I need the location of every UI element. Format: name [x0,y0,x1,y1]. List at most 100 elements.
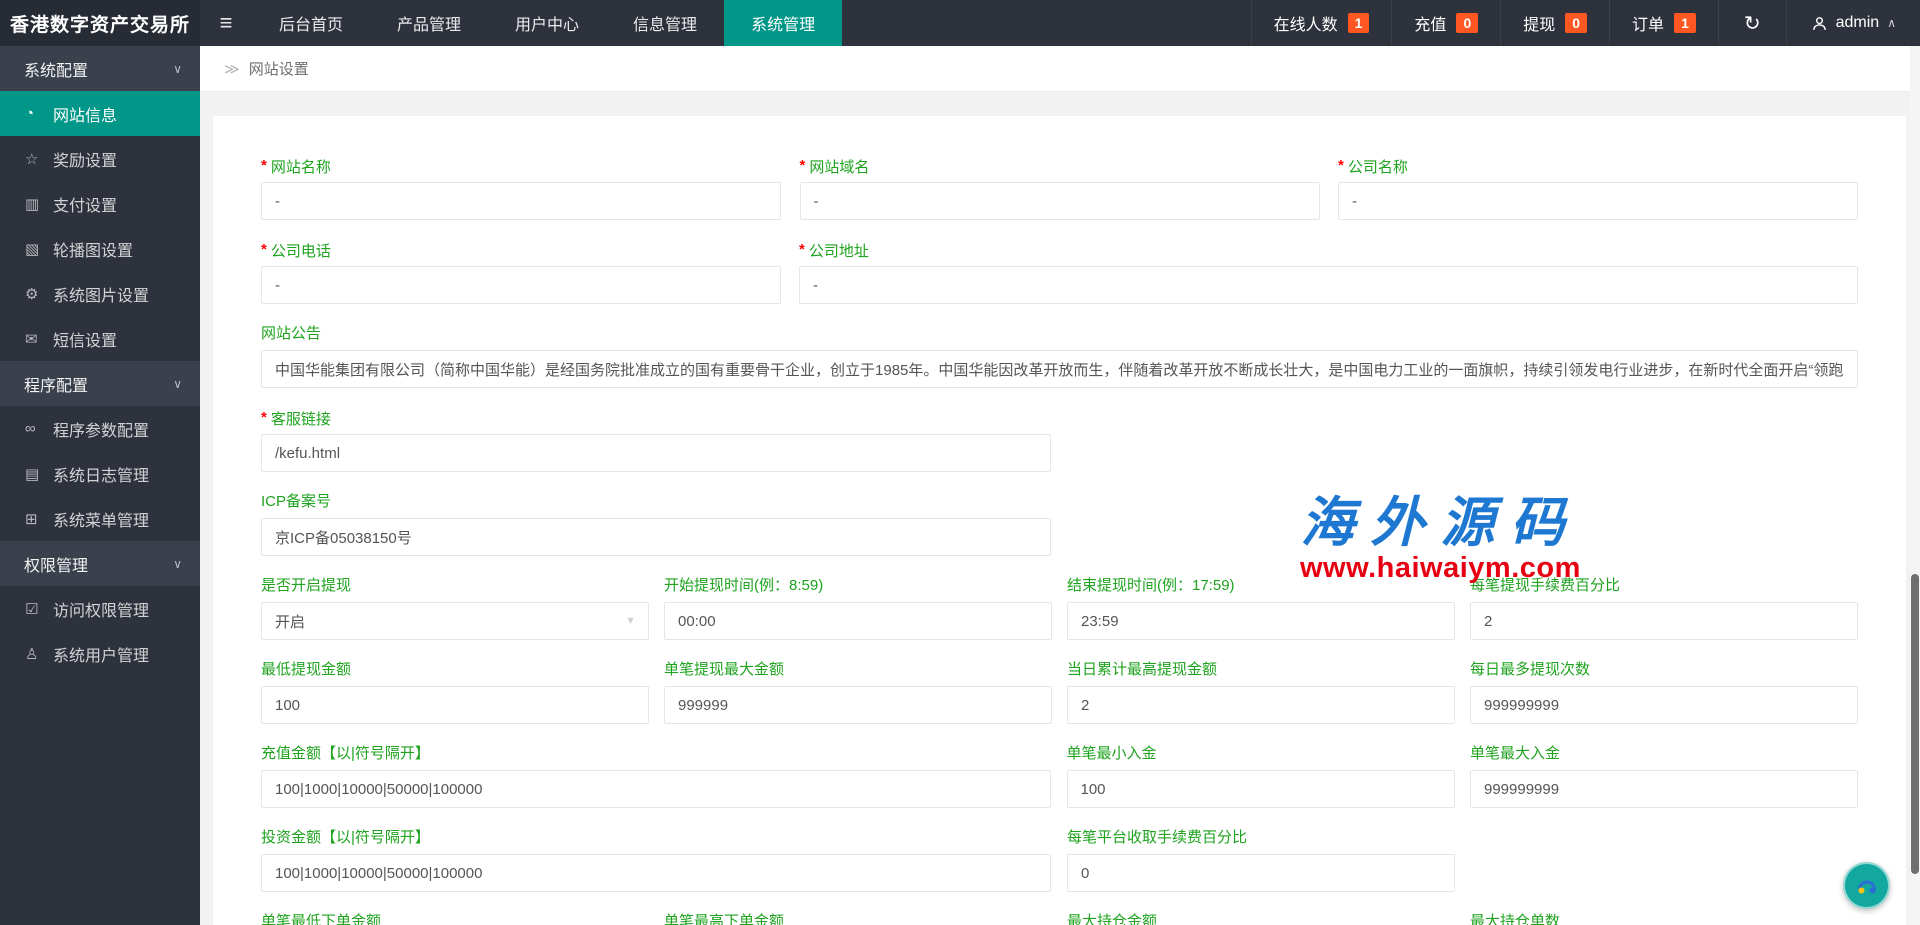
sidebar-item-program-params[interactable]: ∞ 程序参数配置 [0,406,200,451]
breadcrumb: ≫ 网站设置 [200,46,1920,92]
required-asterisk: * [261,157,267,174]
field-label: 充值金额【以|符号隔开】 [261,744,1051,764]
log-icon: ▤ [25,465,53,483]
company-address-input[interactable] [799,266,1858,304]
withdraw-min-input[interactable] [261,686,649,724]
sidebar-item-carousel-settings[interactable]: ▧ 轮播图设置 [0,226,200,271]
field-label: 结束提现时间(例：17:59) [1067,576,1455,596]
withdraw-daily-max-input[interactable] [1067,686,1455,724]
form-row: *客服链接 [261,408,1858,472]
withdraw-start-time-input[interactable] [664,602,1052,640]
nav-item-dashboard[interactable]: 后台首页 [252,0,370,46]
stat-withdraw[interactable]: 提现 0 [1500,0,1609,46]
section-title: 系统配置 [24,57,88,81]
sidebar-section-permissions[interactable]: 权限管理 ∨ [0,541,200,586]
sidebar-item-label: 奖励设置 [53,147,117,171]
field-label: 单笔最大入金 [1470,744,1858,764]
field-label: 当日累计最高提现金额 [1067,660,1455,680]
field-label: 最大持仓金额 [1067,912,1455,925]
form-row: 单笔最低下单金额 单笔最高下单金额 最大持仓金额 最大持仓单数 [261,912,1858,925]
site-name-input[interactable] [261,182,781,220]
sidebar-item-system-users[interactable]: ♙ 系统用户管理 [0,631,200,676]
chevron-down-icon: ∨ [173,377,182,391]
field-label: 最大持仓单数 [1470,912,1858,925]
sidebar-item-system-logs[interactable]: ▤ 系统日志管理 [0,451,200,496]
top-nav: 后台首页 产品管理 用户中心 信息管理 系统管理 [252,0,842,46]
field-label-text: 每笔平台收取手续费百分比 [1067,829,1247,846]
withdraw-single-max-input[interactable] [664,686,1052,724]
field-label: *公司地址 [799,240,1858,260]
nav-item-information[interactable]: 信息管理 [606,0,724,46]
field-label-text: 每日最多提现次数 [1470,661,1590,678]
sidebar-section-system-config[interactable]: 系统配置 ∨ [0,46,200,91]
top-bar: 香港数字资产交易所 ≡ 后台首页 产品管理 用户中心 信息管理 系统管理 在线人… [0,0,1920,46]
settings-form-card: *网站名称 *网站域名 *公司名称 *公司电话 *公司地址 [213,116,1906,925]
hamburger-menu-icon[interactable]: ≡ [200,0,252,46]
platform-fee-percent-input[interactable] [1067,854,1455,892]
field-label-text: 结束提现时间(例：17:59) [1067,577,1235,594]
sidebar-item-website-info[interactable]: ◔ 网站信息 [0,91,200,136]
company-phone-input[interactable] [261,266,781,304]
field-label: *公司电话 [261,240,781,260]
field-label-text: 是否开启提现 [261,577,351,594]
sidebar-item-system-images[interactable]: ⚙ 系统图片设置 [0,271,200,316]
refresh-icon[interactable]: ↻ [1718,0,1786,46]
scrollbar-thumb[interactable] [1911,574,1919,874]
link-icon: ∞ [25,420,53,437]
sidebar-item-label: 轮播图设置 [53,237,133,261]
deposit-max-input[interactable] [1470,770,1858,808]
form-row: 网站公告 [261,324,1858,388]
site-domain-input[interactable] [800,182,1320,220]
sidebar-item-sms-settings[interactable]: ✉ 短信设置 [0,316,200,361]
company-name-input[interactable] [1338,182,1858,220]
invest-amounts-input[interactable] [261,854,1051,892]
sidebar-item-label: 系统图片设置 [53,282,149,306]
sidebar-section-program-config[interactable]: 程序配置 ∨ [0,361,200,406]
withdraw-fee-percent-input[interactable] [1470,602,1858,640]
sidebar-item-payment-settings[interactable]: ▥ 支付设置 [0,181,200,226]
nav-item-products[interactable]: 产品管理 [370,0,488,46]
field-label: 单笔提现最大金额 [664,660,1052,680]
field-label-text: 单笔提现最大金额 [664,661,784,678]
site-notice-input[interactable] [261,350,1858,388]
form-row: 投资金额【以|符号隔开】 每笔平台收取手续费百分比 [261,828,1858,892]
service-link-input[interactable] [261,434,1051,472]
field-label-text: 充值金额【以|符号隔开】 [261,745,430,762]
field-label: 最低提现金额 [261,660,649,680]
stat-label: 在线人数 [1274,11,1338,35]
sidebar-item-system-menus[interactable]: ⊞ 系统菜单管理 [0,496,200,541]
stat-recharge[interactable]: 充值 0 [1391,0,1500,46]
gauge-icon: ◔ [25,105,53,122]
deposit-min-input[interactable] [1067,770,1455,808]
breadcrumb-chevrons-icon: ≫ [224,60,240,78]
field-label-text: 客服链接 [271,411,331,428]
app-logo: 香港数字资产交易所 [0,0,200,46]
nav-item-users[interactable]: 用户中心 [488,0,606,46]
stat-label: 提现 [1523,11,1555,35]
field-label-text: 单笔最高下单金额 [664,913,784,925]
sidebar-item-access-permissions[interactable]: ☑ 访问权限管理 [0,586,200,631]
stat-badge: 1 [1674,13,1696,33]
field-label-text: 网站名称 [271,159,331,176]
stat-online-users[interactable]: 在线人数 1 [1251,0,1392,46]
stat-orders[interactable]: 订单 1 [1609,0,1718,46]
icp-number-input[interactable] [261,518,1051,556]
nav-item-system[interactable]: 系统管理 [724,0,842,46]
form-row: 是否开启提现 开启 ▼ 开始提现时间(例：8:59) 结束提现时间(例：17:5… [261,576,1858,640]
field-label-text: 单笔最小入金 [1067,745,1157,762]
image-icon: ▧ [25,240,53,258]
sidebar-item-label: 支付设置 [53,192,117,216]
admin-name: admin [1836,14,1880,32]
stat-badge: 0 [1565,13,1587,33]
sidebar-item-label: 程序参数配置 [53,417,149,441]
floating-support-button[interactable] [1843,862,1890,909]
recharge-amounts-input[interactable] [261,770,1051,808]
withdraw-daily-times-input[interactable] [1470,686,1858,724]
admin-menu[interactable]: admin ∧ [1786,0,1920,46]
field-label: 是否开启提现 [261,576,649,596]
withdraw-end-time-input[interactable] [1067,602,1455,640]
withdraw-enabled-select[interactable]: 开启 ▼ [261,602,649,640]
sidebar-item-reward-settings[interactable]: ☆ 奖励设置 [0,136,200,181]
payment-icon: ▥ [25,195,53,213]
field-label: 单笔最低下单金额 [261,912,649,925]
